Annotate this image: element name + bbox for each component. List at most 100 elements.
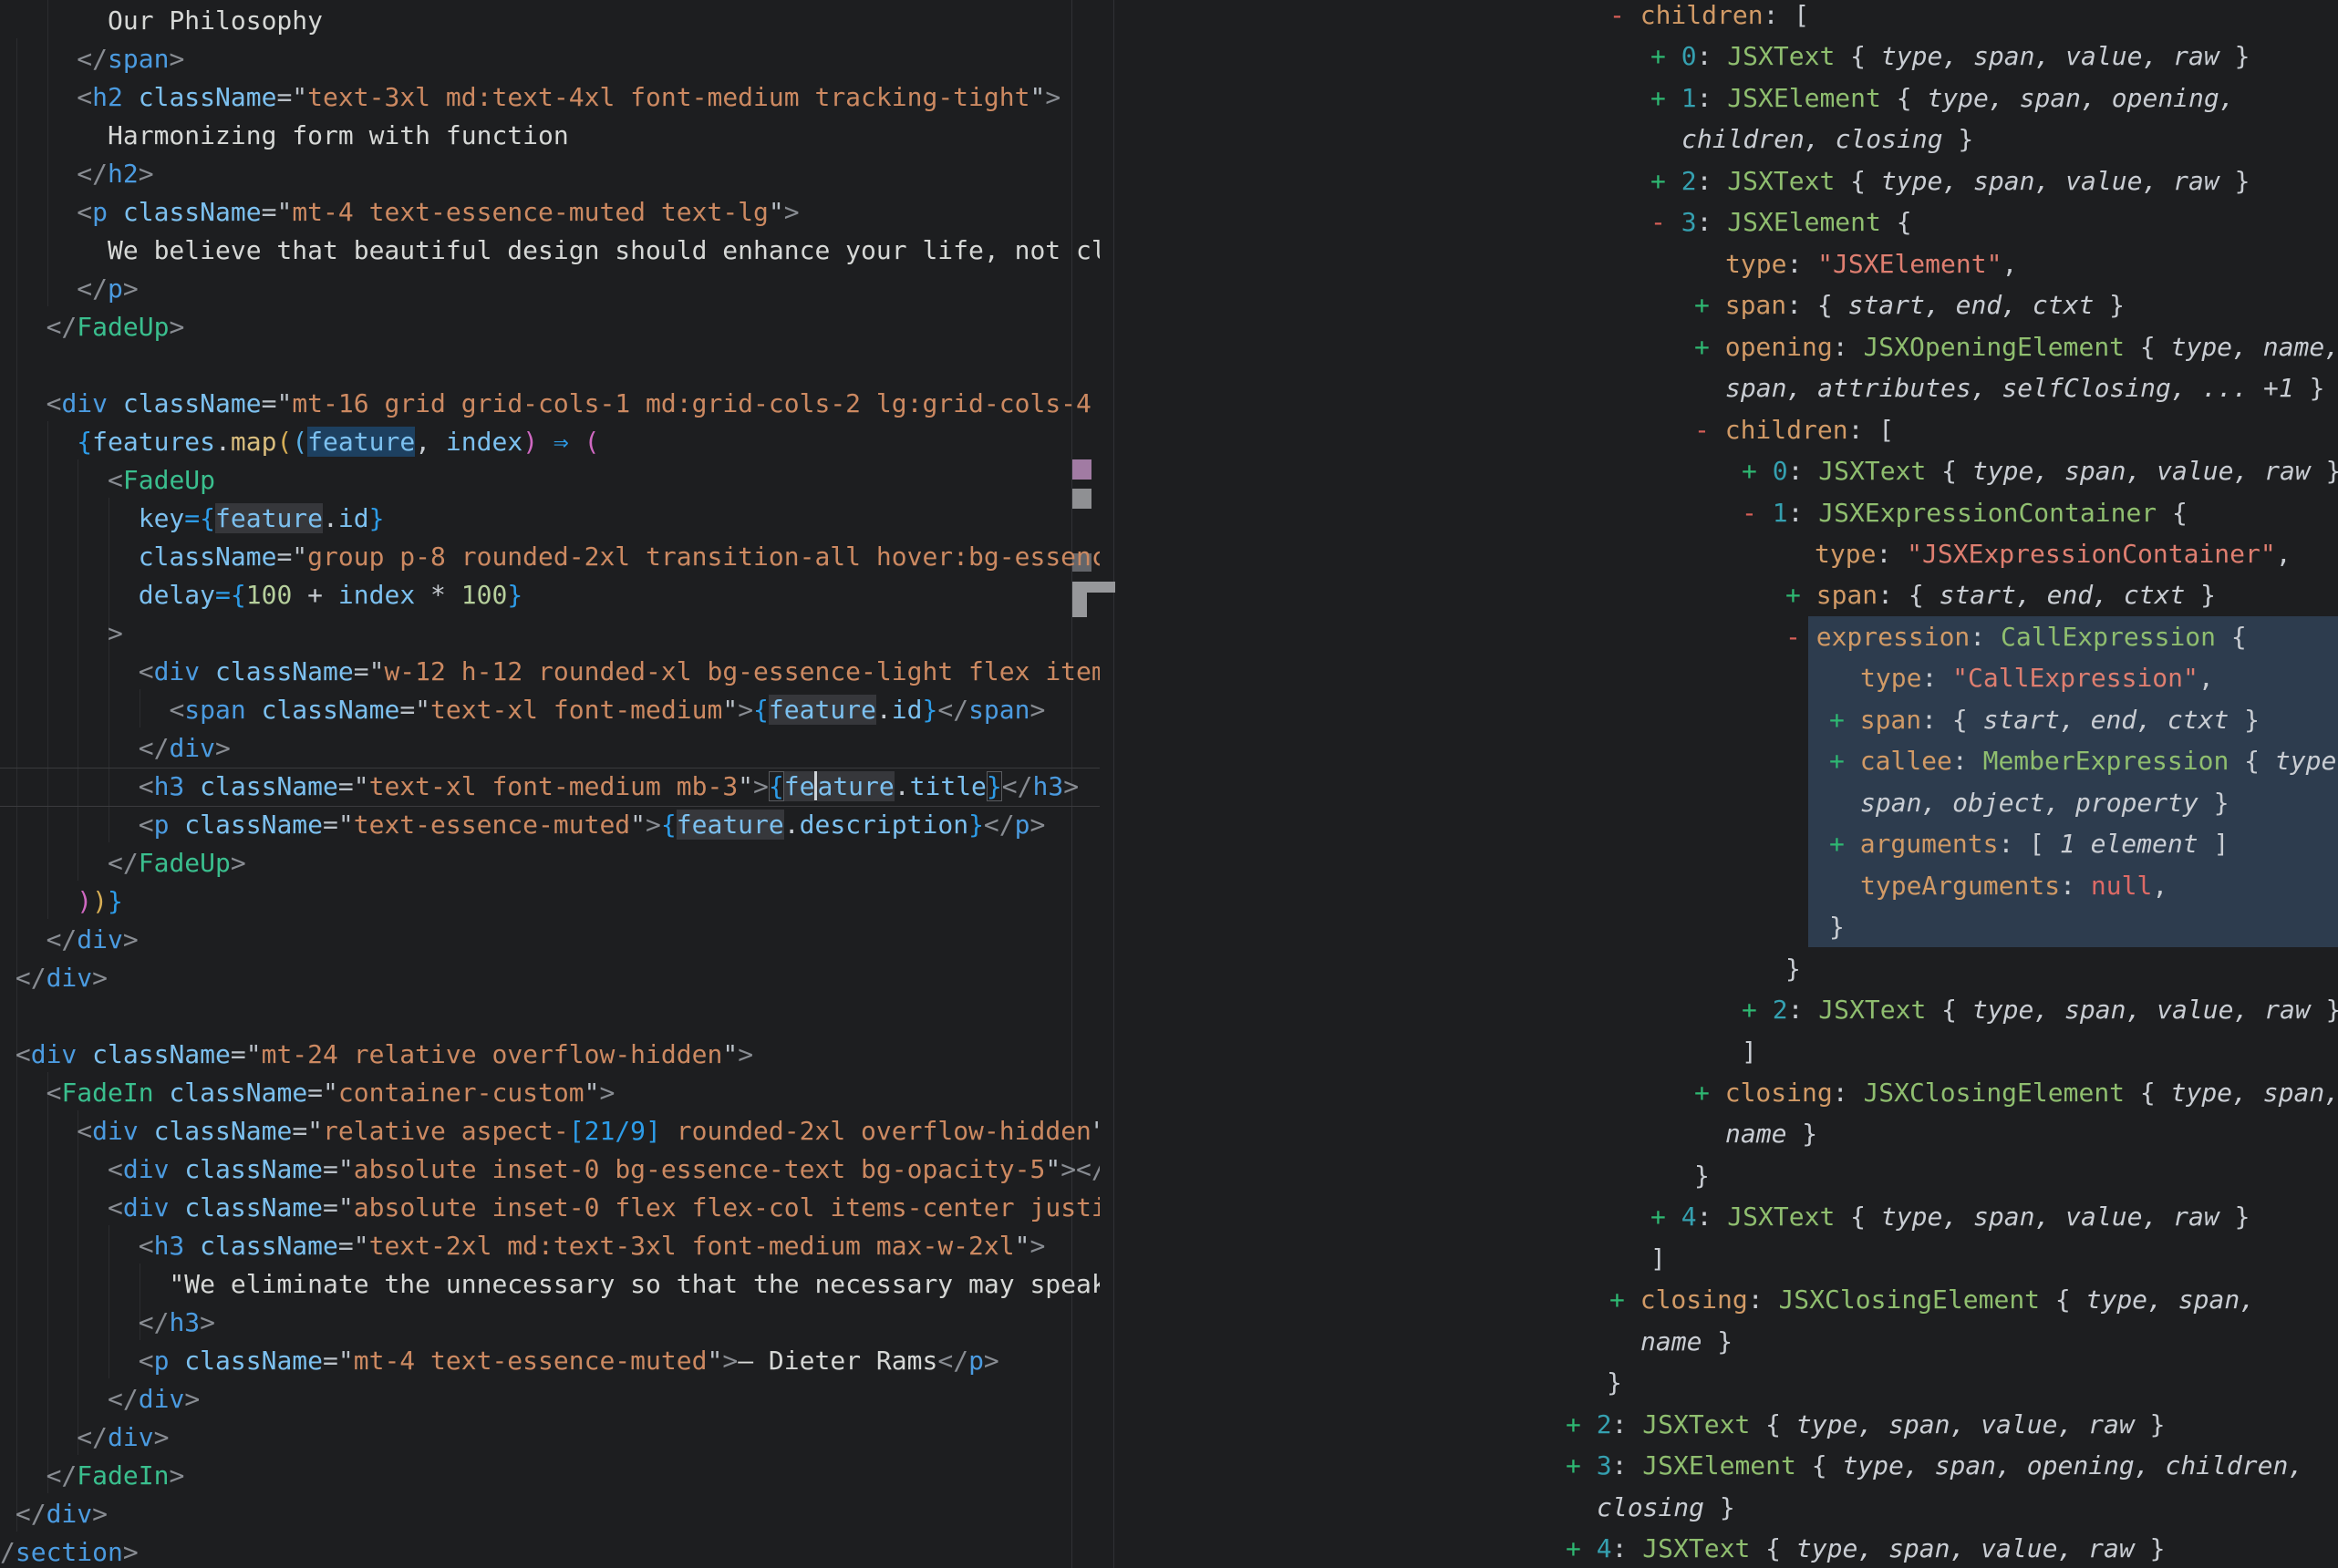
code-line[interactable]: > bbox=[0, 614, 1100, 653]
ast-row[interactable]: + span: { start, end, ctxt } bbox=[1829, 699, 2260, 740]
expand-icon[interactable]: + bbox=[1694, 290, 1725, 320]
code-line[interactable]: <p className="mt-4 text-essence-muted">—… bbox=[0, 1342, 1100, 1380]
ast-row[interactable]: + callee: MemberExpression { type, bbox=[1829, 740, 2338, 781]
ast-row[interactable]: } bbox=[1829, 906, 1845, 947]
code-line[interactable] bbox=[0, 997, 1100, 1036]
code-line[interactable]: </div> bbox=[0, 921, 1100, 959]
code-line[interactable]: <div className="mt-16 grid grid-cols-1 m… bbox=[0, 385, 1100, 423]
expand-icon[interactable]: + bbox=[1650, 166, 1681, 196]
ast-row[interactable]: + 4: JSXText { type, span, value, raw } bbox=[1650, 1196, 2250, 1237]
ast-row[interactable]: type: "JSXExpressionContainer", bbox=[1815, 533, 2291, 574]
ast-row[interactable]: type: "CallExpression", bbox=[1860, 657, 2214, 698]
ast-row[interactable]: name } bbox=[1640, 1321, 1733, 1362]
collapse-icon[interactable]: - bbox=[1785, 622, 1816, 652]
code-line[interactable]: <div className="w-12 h-12 rounded-xl bg-… bbox=[0, 653, 1100, 691]
expand-icon[interactable]: + bbox=[1694, 1078, 1725, 1108]
ast-row[interactable]: + 0: JSXText { type, span, value, raw } bbox=[1650, 36, 2250, 77]
code-line[interactable]: </FadeIn> bbox=[0, 1457, 1100, 1495]
code-line[interactable]: <p className="text-essence-muted">{featu… bbox=[0, 806, 1100, 844]
code-line[interactable]: </div> bbox=[0, 1418, 1100, 1457]
collapse-icon[interactable]: - bbox=[1742, 498, 1773, 528]
code-line[interactable]: </div> bbox=[0, 1495, 1100, 1533]
ast-row[interactable]: + arguments: [ 1 element ] bbox=[1829, 823, 2229, 864]
ast-row[interactable]: - 3: JSXElement { bbox=[1650, 201, 1912, 242]
code-line[interactable]: Harmonizing form with function bbox=[0, 117, 1100, 155]
code-line[interactable]: </p> bbox=[0, 270, 1100, 308]
expand-icon[interactable]: + bbox=[1829, 746, 1860, 776]
code-line[interactable] bbox=[0, 346, 1100, 385]
ast-row[interactable]: + 2: JSXText { type, span, value, raw } bbox=[1566, 1404, 2165, 1445]
ast-row[interactable]: } bbox=[1607, 1362, 1622, 1403]
code-line[interactable]: </span> bbox=[0, 40, 1100, 78]
code-line[interactable]: "We eliminate the unnecessary so that th… bbox=[0, 1265, 1100, 1304]
code-line[interactable]: <h2 className="text-3xl md:text-4xl font… bbox=[0, 78, 1100, 117]
code-line[interactable]: <h3 className="text-2xl md:text-3xl font… bbox=[0, 1227, 1100, 1265]
ast-row[interactable]: + closing: JSXClosingElement { type, spa… bbox=[1694, 1072, 2338, 1113]
expand-icon[interactable]: + bbox=[1609, 1284, 1640, 1315]
code-line[interactable]: <div className="absolute inset-0 flex fl… bbox=[0, 1189, 1100, 1227]
ast-row[interactable]: ] bbox=[1742, 1031, 1757, 1072]
ast-row[interactable]: name } bbox=[1725, 1113, 1817, 1154]
code-line[interactable]: We believe that beautiful design should … bbox=[0, 232, 1100, 270]
ast-row[interactable]: span, attributes, selfClosing, ... +1 } bbox=[1725, 367, 2324, 408]
code-line[interactable]: </FadeUp> bbox=[0, 844, 1100, 882]
code-line[interactable]: <div className="mt-24 relative overflow-… bbox=[0, 1036, 1100, 1074]
ast-row[interactable]: typeArguments: null, bbox=[1860, 865, 2167, 906]
ast-row[interactable]: + closing: JSXClosingElement { type, spa… bbox=[1609, 1279, 2255, 1320]
expand-icon[interactable]: + bbox=[1566, 1450, 1597, 1480]
ast-row[interactable]: + 3: JSXElement { type, span, opening, c… bbox=[1566, 1445, 2303, 1486]
ast-row[interactable]: - children: [ bbox=[1609, 0, 1809, 36]
ast-row[interactable]: - 1: JSXExpressionContainer { bbox=[1742, 492, 2188, 533]
ast-row[interactable]: - expression: CallExpression { bbox=[1785, 616, 2247, 657]
code-line[interactable]: className="group p-8 rounded-2xl transit… bbox=[0, 538, 1100, 576]
ast-row[interactable]: } bbox=[1694, 1155, 1710, 1196]
code-line[interactable]: <div className="absolute inset-0 bg-esse… bbox=[0, 1150, 1100, 1189]
ast-row[interactable]: + opening: JSXOpeningElement { type, nam… bbox=[1694, 326, 2338, 367]
code-line[interactable]: /section> bbox=[0, 1533, 1100, 1568]
ast-row[interactable]: + 2: JSXText { type, span, value, raw } bbox=[1650, 160, 2250, 201]
expand-icon[interactable]: + bbox=[1650, 41, 1681, 71]
expand-icon[interactable]: + bbox=[1742, 456, 1773, 486]
code-editor-pane[interactable]: Our Philosophy </span> <h2 className="te… bbox=[0, 0, 1100, 1568]
code-line[interactable]: </h3> bbox=[0, 1304, 1100, 1342]
ast-row[interactable]: children, closing } bbox=[1681, 119, 1973, 160]
code-line[interactable]: <div className="relative aspect-[21/9] r… bbox=[0, 1112, 1100, 1150]
ast-row[interactable]: + span: { start, end, ctxt } bbox=[1785, 574, 2216, 615]
ast-row[interactable]: span, object, property } bbox=[1860, 782, 2229, 823]
ast-row[interactable]: + 4: JSXText { type, span, value, raw } bbox=[1566, 1528, 2165, 1568]
expand-icon[interactable]: + bbox=[1650, 1202, 1681, 1232]
expand-icon[interactable]: + bbox=[1829, 705, 1860, 735]
expand-icon[interactable]: + bbox=[1694, 332, 1725, 362]
expand-icon[interactable]: + bbox=[1650, 83, 1681, 113]
expand-icon[interactable]: + bbox=[1742, 995, 1773, 1025]
ast-row[interactable]: + 2: JSXText { type, span, value, raw } bbox=[1742, 989, 2338, 1030]
code-line[interactable]: key={feature.id} bbox=[0, 500, 1100, 538]
collapse-icon[interactable]: - bbox=[1609, 0, 1640, 30]
ast-row[interactable]: closing } bbox=[1597, 1487, 1735, 1528]
code-line[interactable]: </div> bbox=[0, 959, 1100, 997]
code-line[interactable]: Our Philosophy bbox=[0, 2, 1100, 40]
code-line[interactable]: {features.map((feature, index) ⇒ ( bbox=[0, 423, 1100, 461]
code-line[interactable]: <FadeUp bbox=[0, 461, 1100, 500]
expand-icon[interactable]: + bbox=[1566, 1533, 1597, 1563]
code-line[interactable]: <h3 className="text-xl font-medium mb-3"… bbox=[0, 768, 1100, 806]
code-line[interactable]: <FadeIn className="container-custom"> bbox=[0, 1074, 1100, 1112]
ast-row[interactable]: ] bbox=[1650, 1238, 1666, 1279]
expand-icon[interactable]: + bbox=[1566, 1409, 1597, 1439]
ast-row[interactable]: type: "JSXElement", bbox=[1725, 243, 2017, 284]
code-line[interactable]: </div> bbox=[0, 729, 1100, 768]
code-line[interactable]: </FadeUp> bbox=[0, 308, 1100, 346]
expand-icon[interactable]: + bbox=[1785, 580, 1816, 610]
code-line[interactable]: ))} bbox=[0, 882, 1100, 921]
collapse-icon[interactable]: - bbox=[1694, 415, 1725, 445]
code-line[interactable]: <p className="mt-4 text-essence-muted te… bbox=[0, 193, 1100, 232]
ast-row[interactable]: - children: [ bbox=[1694, 409, 1894, 450]
expand-icon[interactable]: + bbox=[1829, 829, 1860, 859]
ast-row[interactable]: + 0: JSXText { type, span, value, raw } bbox=[1742, 450, 2338, 491]
code-line[interactable]: delay={100 + index * 100} bbox=[0, 576, 1100, 614]
collapse-icon[interactable]: - bbox=[1650, 207, 1681, 237]
ast-row[interactable]: + span: { start, end, ctxt } bbox=[1694, 284, 2125, 325]
code-line[interactable]: <span className="text-xl font-medium">{f… bbox=[0, 691, 1100, 729]
code-line[interactable]: </h2> bbox=[0, 155, 1100, 193]
ast-row[interactable]: + 1: JSXElement { type, span, opening, bbox=[1650, 77, 2235, 119]
